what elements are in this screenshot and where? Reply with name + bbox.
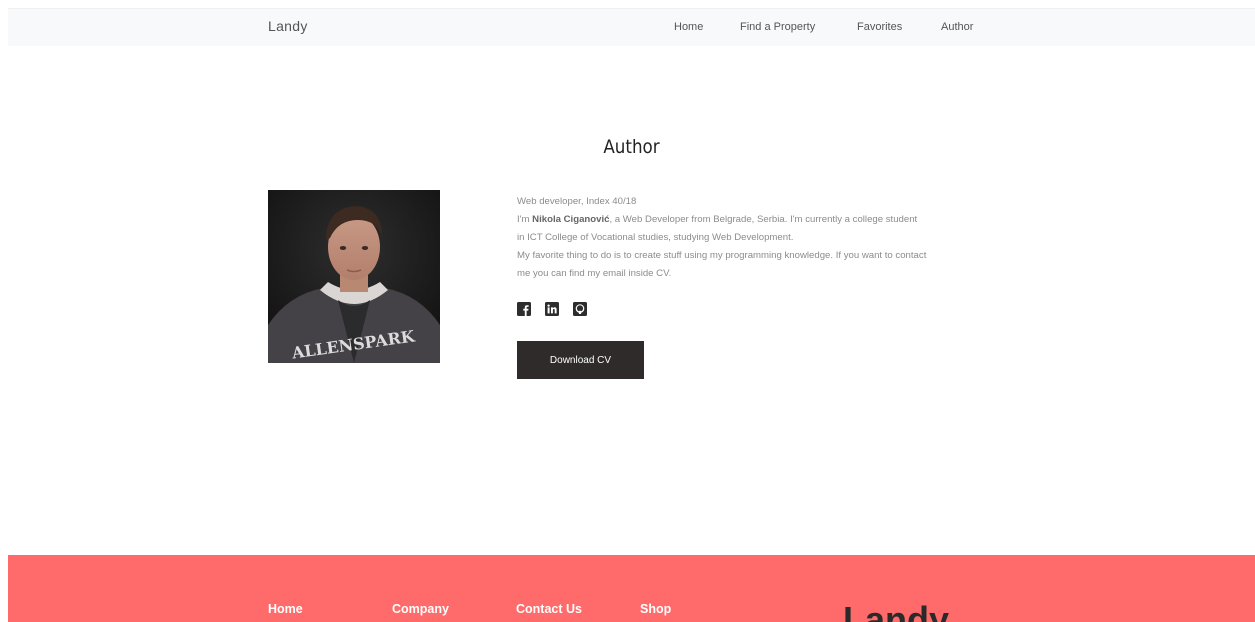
footer-link-home[interactable]: Home xyxy=(268,602,303,616)
linkedin-icon[interactable] xyxy=(545,302,559,316)
nav-link-author[interactable]: Author xyxy=(941,21,973,33)
footer-link-contact-us[interactable]: Contact Us xyxy=(516,602,582,616)
footer: Home Company Contact Us Shop Landy xyxy=(8,555,1255,622)
author-paragraph: My favorite thing to do is to create stu… xyxy=(517,250,927,279)
footer-logo[interactable]: Landy xyxy=(843,599,949,622)
footer-link-company[interactable]: Company xyxy=(392,602,449,616)
intro-prefix: I'm xyxy=(517,214,533,225)
download-cv-button[interactable]: Download CV xyxy=(517,341,644,379)
github-icon[interactable] xyxy=(573,302,587,316)
brand-logo[interactable]: Landy xyxy=(268,18,308,34)
author-name: Nikola Ciganović xyxy=(532,214,610,225)
nav-link-favorites[interactable]: Favorites xyxy=(857,21,902,33)
author-subtitle: Web developer, Index 40/18 xyxy=(517,196,637,207)
footer-link-shop[interactable]: Shop xyxy=(640,602,671,616)
nav-link-find-property[interactable]: Find a Property xyxy=(740,21,815,33)
facebook-icon[interactable] xyxy=(517,302,531,316)
author-photo: ALLENSPARK xyxy=(268,190,440,363)
navbar: Landy Home Find a Property Favorites Aut… xyxy=(8,8,1255,46)
author-description: Web developer, Index 40/18 I'm Nikola Ci… xyxy=(517,193,927,283)
author-intro: I'm Nikola Ciganović, a Web Developer fr… xyxy=(517,211,927,247)
page-title: Author xyxy=(603,136,660,158)
nav-link-home[interactable]: Home xyxy=(674,21,703,33)
